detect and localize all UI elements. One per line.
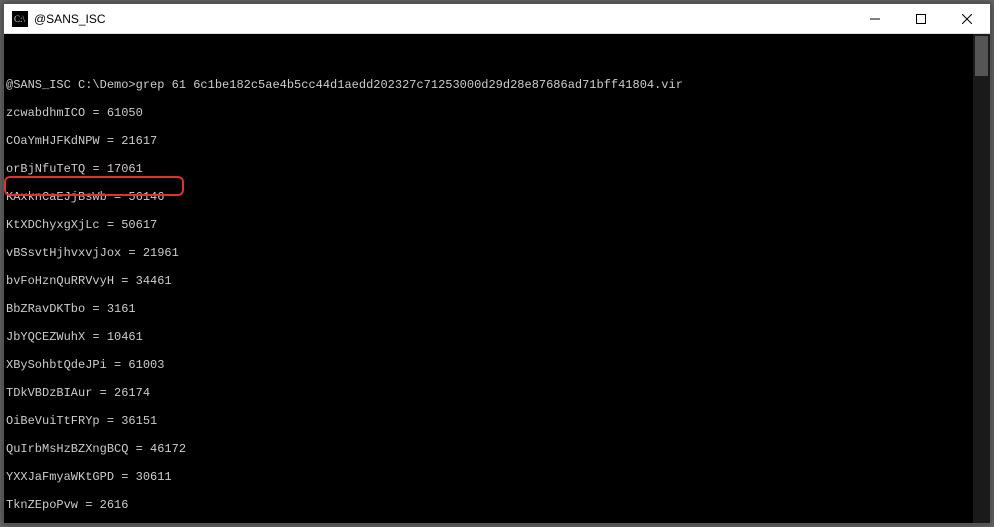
output-line: TDkVBDzBIAur = 26174: [4, 386, 968, 400]
scrollbar-track[interactable]: [973, 34, 990, 523]
close-button[interactable]: [944, 4, 990, 34]
window-title: @SANS_ISC: [34, 12, 852, 26]
console-window: C:\ @SANS_ISC @SANS_ISC C:\Demo>grep 61 …: [3, 3, 991, 524]
output-line: COaYmHJFKdNPW = 21617: [4, 134, 968, 148]
maximize-button[interactable]: [898, 4, 944, 34]
command-text: grep 61 6c1be182c5ae4b5cc44d1aedd202327c…: [136, 78, 683, 92]
cmd-icon: C:\: [12, 11, 28, 27]
prompt-line: @SANS_ISC C:\Demo>grep 61 6c1be182c5ae4b…: [4, 78, 968, 92]
output-line: orBjNfuTeTQ = 17061: [4, 162, 968, 176]
output-line: YXXJaFmyaWKtGPD = 30611: [4, 470, 968, 484]
output-line: zcwabdhmICO = 61050: [4, 106, 968, 120]
output-line: BbZRavDKTbo = 3161: [4, 302, 968, 316]
output-line: OiBeVuiTtFRYp = 36151: [4, 414, 968, 428]
output-line: JbYQCEZWuhX = 10461: [4, 330, 968, 344]
titlebar[interactable]: C:\ @SANS_ISC: [4, 4, 990, 34]
scrollbar-thumb[interactable]: [975, 36, 988, 76]
output-line: vBSsvtHjhvxvjJox = 21961: [4, 246, 968, 260]
prompt: @SANS_ISC C:\Demo>: [6, 78, 136, 92]
svg-text:C:\: C:\: [14, 14, 26, 24]
output-line: QuIrbMsHzBZXngBCQ = 46172: [4, 442, 968, 456]
output-line: KtXDChyxgXjLc = 50617: [4, 218, 968, 232]
output-line: XBySohbtQdeJPi = 61003: [4, 358, 968, 372]
terminal-viewport[interactable]: @SANS_ISC C:\Demo>grep 61 6c1be182c5ae4b…: [4, 34, 990, 523]
minimize-button[interactable]: [852, 4, 898, 34]
terminal-content: @SANS_ISC C:\Demo>grep 61 6c1be182c5ae4b…: [4, 36, 986, 523]
output-line: KAxknCaEJjBsWb = 56146: [4, 190, 968, 204]
blank-line: [4, 50, 968, 64]
output-line: TknZEpoPvw = 2616: [4, 498, 968, 512]
output-line: bvFoHznQuRRVvyH = 34461: [4, 274, 968, 288]
